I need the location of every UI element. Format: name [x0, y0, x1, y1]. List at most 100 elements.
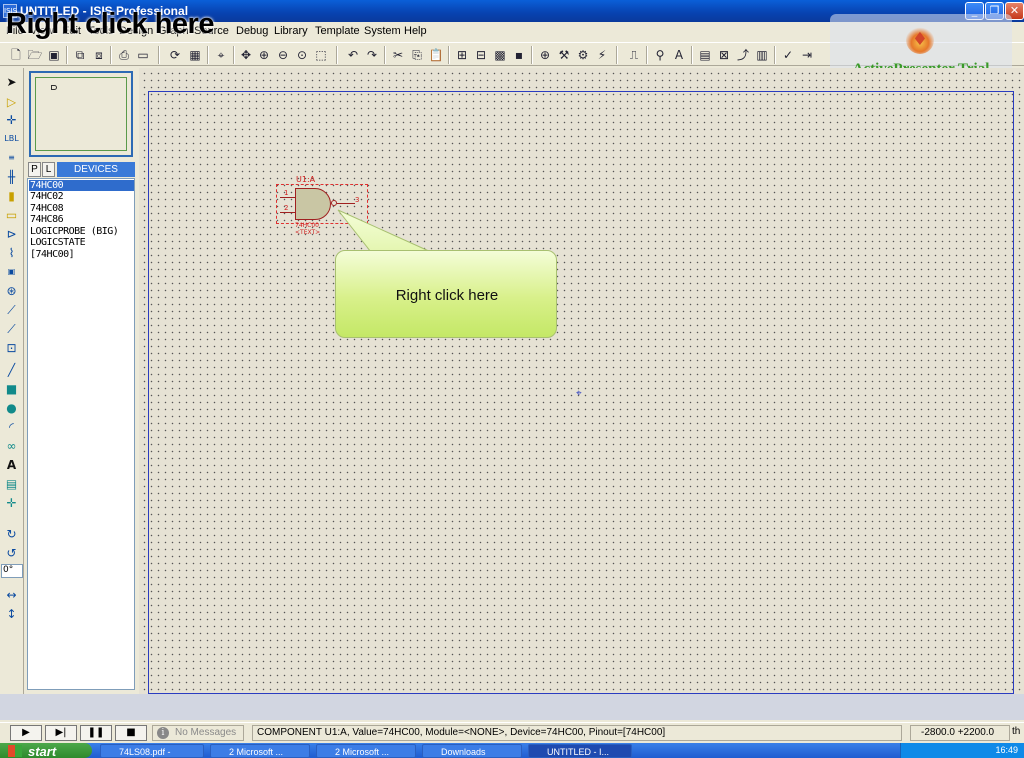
taskbar-item-pdf[interactable]: 74LS08.pdf - — [100, 744, 204, 758]
arc-icon[interactable]: ◜ — [3, 419, 20, 435]
tape-recorder-icon[interactable]: ▣ — [3, 264, 20, 280]
selection-mode-icon[interactable]: ➤ — [3, 74, 20, 90]
current-probe-icon[interactable]: ⟋ — [3, 321, 20, 337]
schematic-canvas[interactable]: ⌖ U1:A 1 2 3 74HC00 <TEXT> Right click h… — [139, 68, 1024, 694]
overview-window[interactable] — [29, 71, 133, 157]
save-icon[interactable]: ▣ — [46, 47, 62, 63]
pan-icon[interactable]: ✥ — [238, 47, 254, 63]
closed-path-icon[interactable]: ∞ — [3, 438, 20, 454]
graph-mode-icon[interactable]: ⌇ — [3, 245, 20, 261]
device-item[interactable]: LOGICSTATE — [29, 237, 134, 248]
mirror-y-icon[interactable]: ↕ — [3, 606, 20, 622]
search-tag-icon[interactable]: ⚲ — [652, 47, 668, 63]
device-item[interactable]: 74HC00 — [29, 180, 134, 191]
line-icon[interactable]: ╱ — [3, 362, 20, 378]
menu-debug[interactable]: Debug — [236, 25, 268, 37]
remove-sheet-icon[interactable]: ⊠ — [716, 47, 732, 63]
start-button[interactable]: start — [0, 743, 92, 758]
device-pins-icon[interactable]: ⊳ — [3, 226, 20, 242]
taskbar-item-word-1[interactable]: 2 Microsoft ... — [210, 744, 310, 758]
text-script-icon[interactable]: ≡ — [3, 150, 20, 166]
print-icon[interactable]: ⎙ — [116, 47, 132, 63]
pick-device-icon[interactable]: ⊕ — [537, 47, 553, 63]
device-item[interactable]: 74HC86 — [29, 214, 134, 225]
nand-gate-component[interactable]: U1:A 1 2 3 74HC00 <TEXT> — [276, 175, 368, 240]
messages-box[interactable]: i No Messages — [152, 725, 244, 741]
subcircuit-icon[interactable]: ▮ — [3, 188, 20, 204]
open-file-icon[interactable]: 🗁 — [27, 47, 43, 63]
rotate-anticlockwise-icon[interactable]: ↺ — [3, 545, 20, 561]
mark-area-icon[interactable]: ▭ — [135, 47, 151, 63]
device-item[interactable]: 74HC08 — [29, 203, 134, 214]
redraw-icon[interactable]: ⟳ — [167, 47, 183, 63]
buses-icon[interactable]: ╫ — [3, 169, 20, 185]
box-icon[interactable]: ■ — [3, 381, 20, 397]
stop-button[interactable]: ■ — [115, 725, 147, 741]
export-icon[interactable]: ⧈ — [91, 47, 107, 63]
clock[interactable]: 16:49 — [995, 745, 1018, 755]
new-sheet-icon[interactable]: ▤ — [697, 47, 713, 63]
callout-text: Right click here — [395, 287, 499, 304]
marker-icon[interactable]: ✛ — [3, 495, 20, 511]
pause-button[interactable]: ❚❚ — [80, 725, 112, 741]
copy-icon[interactable]: ⎘ — [409, 47, 425, 63]
wire-autorouter-icon[interactable]: ⎍ — [626, 47, 642, 63]
voltage-probe-icon[interactable]: ⟋ — [3, 302, 20, 318]
undo-icon[interactable]: ↶ — [345, 47, 361, 63]
zoom-out-icon[interactable]: ⊖ — [275, 47, 291, 63]
taskbar-item-isis[interactable]: UNTITLED - I... — [528, 744, 632, 758]
packaging-tool-icon[interactable]: ⚙ — [575, 47, 591, 63]
menu-help[interactable]: Help — [404, 25, 427, 37]
toolbar-separator — [158, 46, 160, 64]
virtual-instruments-icon[interactable]: ⊡ — [3, 340, 20, 356]
new-file-icon[interactable]: 🗋 — [8, 47, 24, 63]
taskbar-item-downloads[interactable]: Downloads — [422, 744, 522, 758]
netlist-to-ares-icon[interactable]: ⇥ — [799, 47, 815, 63]
wire-label-icon[interactable]: LBL — [3, 131, 20, 147]
device-item[interactable]: 74HC02 — [29, 191, 134, 202]
library-manager-button[interactable]: L — [42, 162, 55, 177]
text-icon[interactable]: A — [3, 457, 20, 473]
rotate-clockwise-icon[interactable]: ↻ — [3, 526, 20, 542]
step-button[interactable]: ▶| — [45, 725, 77, 741]
redo-icon[interactable]: ↷ — [364, 47, 380, 63]
grid-icon[interactable]: ▦ — [187, 47, 203, 63]
menu-library[interactable]: Library — [274, 25, 308, 37]
block-move-icon[interactable]: ⊟ — [473, 47, 489, 63]
devices-list[interactable]: 74HC00 74HC02 74HC08 74HC86 LOGICPROBE (… — [27, 178, 135, 690]
units-indicator[interactable]: th — [1012, 725, 1020, 739]
symbol-icon[interactable]: ▤ — [3, 476, 20, 492]
property-tool-icon[interactable]: A — [671, 47, 687, 63]
electrical-rules-check-icon[interactable]: ✓ — [780, 47, 796, 63]
zoom-all-icon[interactable]: ⊙ — [294, 47, 310, 63]
import-icon[interactable]: ⧉ — [72, 47, 88, 63]
component-mode-icon[interactable]: ▷ — [3, 94, 20, 110]
block-copy-icon[interactable]: ⊞ — [454, 47, 470, 63]
terminals-icon[interactable]: ▭ — [3, 207, 20, 223]
zoom-area-icon[interactable]: ⬚ — [313, 47, 329, 63]
decompose-icon[interactable]: ⚡ — [594, 47, 610, 63]
zoom-in-icon[interactable]: ⊕ — [256, 47, 272, 63]
menu-system[interactable]: System — [364, 25, 401, 37]
pick-devices-button[interactable]: P — [28, 162, 41, 177]
block-rotate-icon[interactable]: ▩ — [492, 47, 508, 63]
exit-to-parent-icon[interactable]: ⤴ — [735, 47, 751, 63]
taskbar-item-word-2[interactable]: 2 Microsoft ... — [316, 744, 416, 758]
menu-template[interactable]: Template — [315, 25, 360, 37]
circle-icon[interactable]: ● — [3, 400, 20, 416]
make-device-icon[interactable]: ⚒ — [556, 47, 572, 63]
mirror-x-icon[interactable]: ↔ — [3, 587, 20, 603]
junction-dot-icon[interactable]: ✛ — [3, 112, 20, 128]
view-bom-icon[interactable]: ▥ — [754, 47, 770, 63]
cut-icon[interactable]: ✂ — [390, 47, 406, 63]
paste-icon[interactable]: 📋 — [428, 47, 444, 63]
device-item[interactable]: LOGICPROBE (BIG) — [29, 226, 134, 237]
origin-icon[interactable]: ⌖ — [213, 47, 229, 63]
generator-icon[interactable]: ⊛ — [3, 283, 20, 299]
horizontal-scroll-area[interactable] — [0, 694, 1024, 720]
input-pin-2 — [280, 212, 295, 213]
play-button[interactable]: ▶ — [10, 725, 42, 741]
block-delete-icon[interactable]: ▪ — [511, 47, 527, 63]
device-item[interactable]: [74HC00] — [29, 249, 134, 260]
rotation-angle-field[interactable]: 0° — [1, 564, 23, 578]
